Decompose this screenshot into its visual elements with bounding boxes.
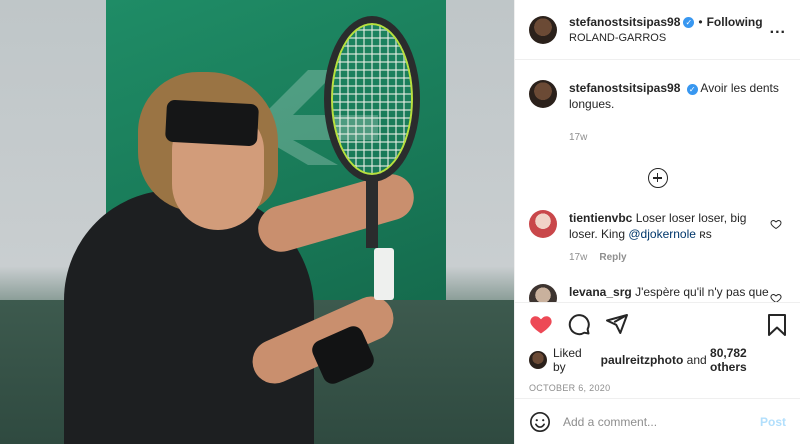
comments-section: stefanostsitsipas98 ✓ Avoir les dents lo… — [515, 60, 800, 302]
comment-mention-link[interactable]: @djokernole — [628, 227, 696, 241]
likes-prefix: Liked by — [553, 346, 582, 374]
caption-username[interactable]: stefanostsitsipas98 — [569, 81, 680, 95]
reply-button[interactable]: Reply — [599, 250, 626, 266]
comment-text-suffix: ʀs — [695, 227, 712, 241]
like-comment-heart-icon[interactable] — [770, 292, 782, 302]
load-more-comments[interactable] — [529, 168, 786, 188]
likes-summary: Liked by paulreitzphoto and 80,782 other… — [529, 346, 786, 374]
emoji-icon[interactable] — [529, 411, 551, 433]
comment-timestamp[interactable]: 17w — [569, 250, 587, 266]
following-button[interactable]: Following — [707, 15, 763, 29]
verified-badge-icon: ✓ — [683, 16, 695, 28]
comment-body: tientienvbc Loser loser loser, big loser… — [569, 210, 775, 266]
comment-icon[interactable] — [567, 312, 591, 336]
plus-circle-icon[interactable] — [647, 168, 668, 188]
commenter-avatar[interactable] — [529, 210, 557, 238]
add-comment-bar: Post — [515, 398, 800, 444]
racket-throat — [366, 178, 378, 248]
comment-input[interactable] — [563, 414, 760, 429]
author-avatar[interactable] — [529, 15, 557, 44]
bookmark-icon[interactable] — [766, 313, 788, 337]
caption: stefanostsitsipas98 ✓ Avoir les dents lo… — [529, 80, 786, 146]
caption-avatar[interactable] — [529, 80, 557, 108]
likes-count[interactable]: 80,782 others — [710, 346, 786, 374]
comment-item: tientienvbc Loser loser loser, big loser… — [529, 210, 786, 266]
comment-meta: 17w Reply — [569, 250, 775, 266]
comment-item: levana_srg J'espère qu'il n'y pas que le… — [529, 284, 786, 302]
instagram-post: stefanostsitsipas98 ✓ • Following ROLAND… — [0, 0, 800, 444]
caption-body: stefanostsitsipas98 ✓ Avoir les dents lo… — [569, 80, 783, 146]
like-comment-heart-icon[interactable] — [770, 218, 782, 230]
commenter-username[interactable]: tientienvbc — [569, 211, 632, 225]
liker-username[interactable]: paulreitzphoto — [601, 353, 684, 367]
post-side-panel: stefanostsitsipas98 ✓ • Following ROLAND… — [514, 0, 800, 444]
post-photo[interactable] — [0, 0, 514, 444]
likes-middle: and — [686, 353, 707, 367]
comment-body: levana_srg J'espère qu'il n'y pas que le… — [569, 284, 775, 302]
commenter-avatar[interactable] — [529, 284, 557, 302]
caption-timestamp[interactable]: 17w — [569, 130, 783, 146]
header-text: stefanostsitsipas98 ✓ • Following ROLAND… — [569, 15, 763, 44]
separator-dot: • — [698, 15, 703, 29]
headband — [164, 99, 260, 147]
post-comment-button[interactable]: Post — [760, 415, 786, 429]
post-date[interactable]: OCTOBER 6, 2020 — [529, 383, 786, 393]
racket-head — [324, 16, 420, 182]
more-options-icon[interactable]: ... — [770, 20, 786, 38]
liker-avatar[interactable] — [529, 351, 547, 369]
post-location[interactable]: ROLAND-GARROS — [569, 32, 763, 44]
racket-grip — [374, 248, 394, 300]
action-row — [529, 311, 786, 337]
author-username[interactable]: stefanostsitsipas98 — [569, 15, 680, 29]
post-header: stefanostsitsipas98 ✓ • Following ROLAND… — [515, 0, 800, 60]
commenter-username[interactable]: levana_srg — [569, 285, 632, 299]
header-line: stefanostsitsipas98 ✓ • Following — [569, 15, 763, 29]
verified-badge-icon: ✓ — [686, 84, 698, 95]
liked-heart-icon[interactable] — [529, 312, 553, 336]
post-actions: Liked by paulreitzphoto and 80,782 other… — [515, 302, 800, 398]
share-icon[interactable] — [605, 312, 629, 336]
